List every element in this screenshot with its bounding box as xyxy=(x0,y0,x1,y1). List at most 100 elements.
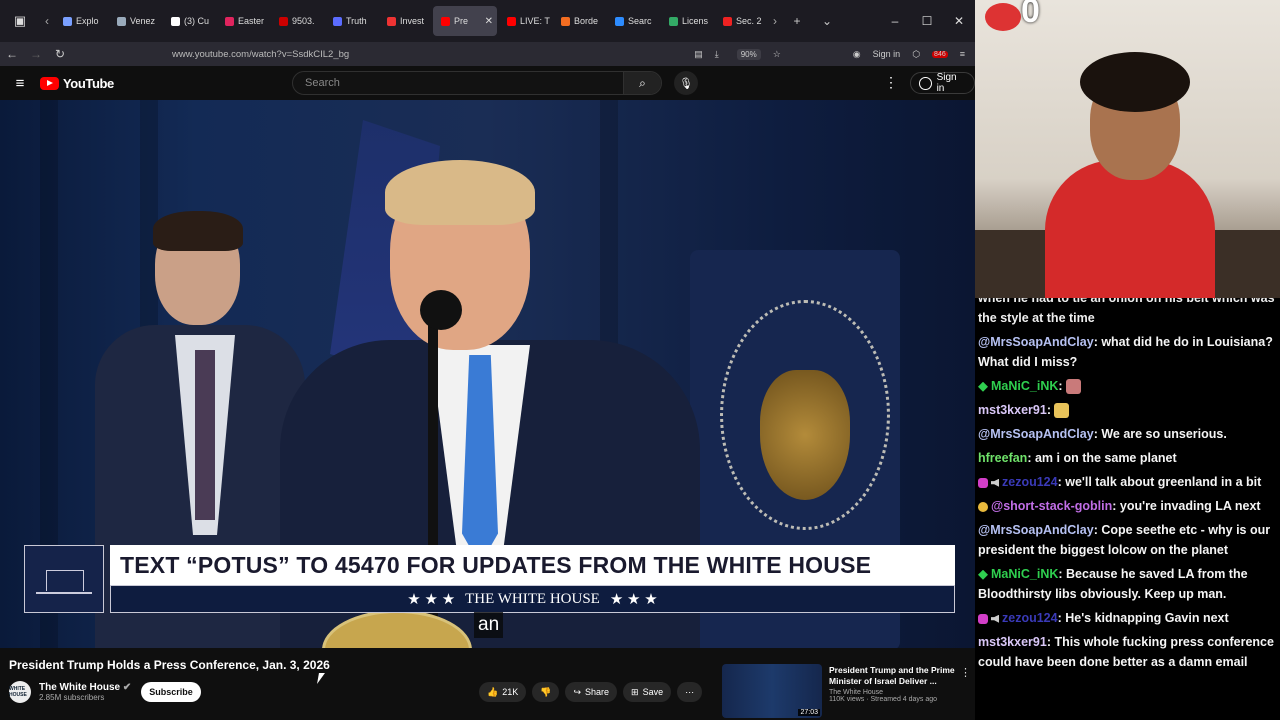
more-actions-icon[interactable]: ⋯ xyxy=(677,682,703,702)
youtube-sign-in-button[interactable]: Sign in xyxy=(910,72,975,94)
close-tab-icon[interactable]: ✕ xyxy=(485,16,493,27)
share-button[interactable]: ↪ Share xyxy=(565,682,618,702)
dislike-button[interactable]: 👎 xyxy=(532,682,560,702)
lower-third-main-text: TEXT “POTUS” TO 45470 FOR UPDATES FROM T… xyxy=(110,545,955,585)
chat-username[interactable]: @short-stack-goblin xyxy=(991,499,1112,513)
search-input[interactable] xyxy=(293,77,623,89)
chat-username[interactable]: mst3kxer91 xyxy=(978,403,1047,417)
reader-view-icon[interactable]: ▤ xyxy=(694,49,703,60)
tab-scroll-right-icon[interactable]: › xyxy=(768,14,782,28)
tab-overview-icon[interactable]: ▣ xyxy=(0,0,40,42)
tab-favicon-icon xyxy=(441,16,450,26)
tab-list-icon[interactable]: ⌄ xyxy=(812,14,842,28)
browser-tab[interactable]: (3) Cu xyxy=(163,6,215,36)
chat-username[interactable]: hfreefan xyxy=(978,451,1027,465)
chat-message: @MrsSoapAndClay: what did he do in Louis… xyxy=(978,332,1277,372)
close-window-icon[interactable]: ✕ xyxy=(943,14,975,28)
browser-tab[interactable]: Explo xyxy=(55,6,107,36)
account-icon[interactable]: ◉ xyxy=(853,49,861,60)
white-house-logo xyxy=(24,545,104,613)
save-button[interactable]: ⊞ Save xyxy=(623,682,672,702)
forward-icon[interactable]: → xyxy=(24,47,48,61)
microphone-icon: 🎙 xyxy=(679,77,693,90)
verified-icon: ✔ xyxy=(122,682,132,693)
video-title: President Trump Holds a Press Conference… xyxy=(9,658,330,672)
hamburger-menu-icon[interactable]: ≡ xyxy=(0,75,40,92)
browser-tab[interactable]: Venez xyxy=(109,6,161,36)
search-icon: ⌕ xyxy=(639,75,646,90)
tab-scroll-left-icon[interactable]: ‹ xyxy=(40,14,54,28)
new-tab-icon[interactable]: + xyxy=(782,14,812,28)
reload-icon[interactable]: ↻ xyxy=(48,47,72,61)
app-menu-icon[interactable]: ≡ xyxy=(960,49,965,59)
tab-label: Pre xyxy=(454,16,469,26)
browser-sign-in[interactable]: Sign in xyxy=(873,49,901,59)
tab-label: Truth xyxy=(346,16,367,26)
tab-favicon-icon xyxy=(171,16,180,26)
recommended-more-icon[interactable]: ⋮ xyxy=(960,666,971,679)
download-icon[interactable]: ⤓ xyxy=(715,49,719,60)
recommended-meta: 110K views · Streamed 4 days ago xyxy=(829,696,938,703)
chat-username[interactable]: @MrsSoapAndClay xyxy=(978,335,1094,349)
chat-username[interactable]: MaNiC_iNK xyxy=(991,379,1058,393)
heart-badge-icon xyxy=(978,613,988,624)
recommended-info[interactable]: President Trump and the Prime Minister o… xyxy=(829,665,959,703)
chat-username[interactable]: @MrsSoapAndClay xyxy=(978,427,1094,441)
extensions-icon[interactable]: ⬡ xyxy=(912,49,920,60)
browser-tab[interactable]: Truth xyxy=(325,6,377,36)
like-count: 21K xyxy=(502,687,519,697)
browser-tab[interactable]: Invest xyxy=(379,6,431,36)
bookmark-star-icon[interactable]: ☆ xyxy=(773,49,781,60)
tab-favicon-icon xyxy=(723,16,732,26)
subscribe-button[interactable]: Subscribe xyxy=(141,682,201,702)
chat-text: : We are so unserious. xyxy=(1093,427,1227,441)
chat-username[interactable]: mst3kxer91 xyxy=(978,635,1047,649)
url-field[interactable]: www.youtube.com/watch?v=SsdkCIL2_bg xyxy=(172,49,349,60)
settings-dots-icon[interactable]: ⋮ xyxy=(884,74,898,91)
chat-message: @MrsSoapAndClay: We are so unserious. xyxy=(978,424,1277,444)
like-button[interactable]: 👍 21K xyxy=(479,682,527,702)
browser-tab[interactable]: LIVE: T xyxy=(499,6,551,36)
back-icon[interactable]: ← xyxy=(0,47,24,61)
voice-search-button[interactable]: 🎙 xyxy=(674,71,698,95)
chat-username[interactable]: @MrsSoapAndClay xyxy=(978,523,1094,537)
coin-badge-icon xyxy=(978,501,988,512)
chat-username[interactable]: MaNiC_iNK xyxy=(991,567,1058,581)
tab-label: 9503. xyxy=(292,16,315,26)
browser-tab[interactable]: Pre ✕ xyxy=(433,6,497,36)
chat-message: hfreefan: am i on the same planet xyxy=(978,448,1277,468)
extension-badge[interactable]: 846 xyxy=(932,50,948,58)
browser-tab[interactable]: 9503. xyxy=(271,6,323,36)
tab-label: Explo xyxy=(76,16,99,26)
share-icon: ↪ xyxy=(573,686,581,697)
maximize-icon[interactable]: ☐ xyxy=(911,14,943,28)
search-button[interactable]: ⌕ xyxy=(623,72,661,94)
channel-name[interactable]: The White House ✔ xyxy=(39,682,131,693)
chat-text: : xyxy=(1058,379,1067,393)
chat-text: : xyxy=(1046,403,1055,417)
chat-username[interactable]: zezou124 xyxy=(1002,611,1058,625)
tab-strip: Explo Venez (3) Cu Easter 9503. Truth Invest Pr… xyxy=(54,6,768,36)
streamer-hair xyxy=(1080,52,1190,112)
youtube-logo[interactable]: YouTube xyxy=(40,76,114,91)
browser-tab[interactable]: Easter xyxy=(217,6,269,36)
tab-favicon-icon xyxy=(507,16,516,26)
mute-badge-icon xyxy=(991,478,999,487)
recommended-title: President Trump and the Prime Minister o… xyxy=(829,665,955,686)
video-player[interactable]: TEXT “POTUS” TO 45470 FOR UPDATES FROM T… xyxy=(0,100,975,648)
chat-message: @MrsSoapAndClay: Cope seethe etc - why i… xyxy=(978,520,1277,560)
zoom-level[interactable]: 90% xyxy=(736,48,761,60)
browser-tab[interactable]: Searc xyxy=(607,6,659,36)
chat-message: @short-stack-goblin: you're invading LA … xyxy=(978,496,1277,516)
channel-avatar[interactable]: WHITE HOUSE xyxy=(9,681,31,703)
chat-username[interactable]: zezou124 xyxy=(1002,475,1058,489)
minimize-icon[interactable]: – xyxy=(879,14,911,28)
browser-tab[interactable]: Sec. 2 xyxy=(715,6,767,36)
browser-tab[interactable]: Borde xyxy=(553,6,605,36)
diamond-badge-icon xyxy=(978,569,988,580)
webcam-overlay: 0 xyxy=(975,0,1280,298)
chat-text: : you're invading LA next xyxy=(1112,499,1261,513)
recommended-thumbnail[interactable]: 27:03 xyxy=(722,664,822,718)
share-label: Share xyxy=(585,687,610,697)
browser-tab[interactable]: Licens xyxy=(661,6,713,36)
